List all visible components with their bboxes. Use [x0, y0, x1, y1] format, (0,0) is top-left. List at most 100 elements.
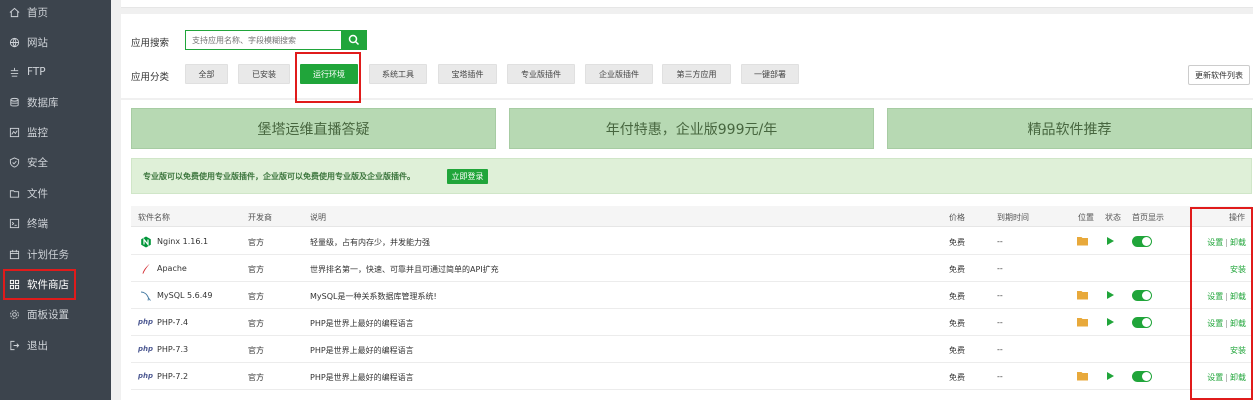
- category-installed[interactable]: 已安装: [238, 64, 290, 84]
- sidebar-item-label: FTP: [27, 66, 46, 78]
- row-actions: 设置 | 卸载: [1207, 319, 1246, 328]
- sidebar-item-label: 计划任务: [27, 248, 69, 261]
- category-all[interactable]: 全部: [185, 64, 228, 84]
- price: 免费: [949, 238, 965, 247]
- developer: 官方: [248, 319, 264, 328]
- ftp-icon: [8, 66, 20, 78]
- category-system-tools[interactable]: 系统工具: [369, 64, 427, 84]
- settings-link[interactable]: 设置: [1207, 319, 1223, 328]
- table-row: Apache 官方 世界排名第一，快速、可靠并且可通过简单的API扩充 免费 -…: [131, 255, 1252, 282]
- category-runtime[interactable]: 运行环境: [300, 64, 358, 84]
- sidebar-item-website[interactable]: 网站: [0, 27, 111, 57]
- sidebar-item-logout[interactable]: 退出: [0, 330, 111, 360]
- homepage-display-toggle[interactable]: [1132, 317, 1152, 328]
- globe-icon: [8, 36, 20, 48]
- developer: 官方: [248, 292, 264, 301]
- sidebar-item-cron[interactable]: 计划任务: [0, 239, 111, 269]
- category-one-click-deploy[interactable]: 一键部署: [741, 64, 799, 84]
- home-icon: [8, 6, 20, 18]
- category-bt-plugins[interactable]: 宝塔插件: [438, 64, 497, 84]
- sidebar-item-label: 网站: [27, 36, 48, 49]
- sidebar: 首页 网站 FTP 数据库 监控 安全 文件 终端 计划任务 软件商店 面板设置: [0, 0, 111, 400]
- php-icon: php: [138, 372, 154, 380]
- play-icon[interactable]: [1105, 236, 1115, 246]
- category-pro-plugins[interactable]: 专业版插件: [507, 64, 575, 84]
- homepage-display-toggle[interactable]: [1132, 236, 1152, 247]
- install-link[interactable]: 安装: [1230, 346, 1246, 355]
- software-name: MySQL 5.6.49: [157, 291, 213, 300]
- expiry: --: [997, 345, 1003, 354]
- uninstall-link[interactable]: 卸载: [1230, 319, 1246, 328]
- category-third-party[interactable]: 第三方应用: [662, 64, 731, 84]
- sidebar-item-label: 文件: [27, 187, 48, 200]
- banner-recommended-software[interactable]: 精品软件推荐: [887, 108, 1252, 149]
- table-row: Nginx 1.16.1 官方 轻量级，占有内存少，并发能力强 免费 -- 设置…: [131, 228, 1252, 255]
- grid-icon: [8, 278, 20, 290]
- settings-link[interactable]: 设置: [1207, 292, 1223, 301]
- homepage-display-toggle[interactable]: [1132, 290, 1152, 301]
- calendar-icon: [8, 248, 20, 260]
- uninstall-link[interactable]: 卸载: [1230, 238, 1246, 247]
- folder-icon[interactable]: [1077, 317, 1089, 327]
- description: 世界排名第一，快速、可靠并且可通过简单的API扩充: [310, 265, 499, 274]
- gear-icon: [8, 308, 20, 320]
- sidebar-item-panel-settings[interactable]: 面板设置: [0, 299, 111, 329]
- description: PHP是世界上最好的编程语言: [310, 319, 414, 328]
- homepage-display-toggle[interactable]: [1132, 371, 1152, 382]
- row-actions: 设置 | 卸载: [1207, 292, 1246, 301]
- table-row: php PHP-7.3 官方 PHP是世界上最好的编程语言 免费 -- 安装: [131, 336, 1252, 363]
- play-icon[interactable]: [1105, 290, 1115, 300]
- folder-icon[interactable]: [1077, 371, 1089, 381]
- software-name: Apache: [157, 264, 187, 273]
- php-icon: php: [138, 345, 154, 353]
- search-button[interactable]: [341, 30, 367, 50]
- sidebar-item-home[interactable]: 首页: [0, 0, 111, 27]
- uninstall-link[interactable]: 卸载: [1230, 292, 1246, 301]
- software-name: PHP-7.2: [157, 372, 189, 381]
- uninstall-link[interactable]: 卸载: [1230, 373, 1246, 382]
- header-actions: 操作: [1229, 213, 1245, 222]
- developer: 官方: [248, 346, 264, 355]
- price: 免费: [949, 373, 965, 382]
- table-header: 软件名称 开发商 说明 价格 到期时间 位置 状态 首页显示 操作: [131, 206, 1252, 227]
- description: MySQL是一种关系数据库管理系统!: [310, 292, 437, 301]
- category-enterprise-plugins[interactable]: 企业版插件: [585, 64, 653, 84]
- sidebar-item-software-store[interactable]: 软件商店: [0, 269, 111, 299]
- sidebar-item-files[interactable]: 文件: [0, 178, 111, 208]
- folder-icon[interactable]: [1077, 290, 1089, 300]
- row-actions: 安装: [1230, 345, 1246, 356]
- login-now-button[interactable]: 立即登录: [447, 169, 488, 184]
- banner-annual-discount[interactable]: 年付特惠，企业版999元/年: [509, 108, 874, 149]
- sidebar-item-label: 首页: [27, 6, 48, 19]
- settings-link[interactable]: 设置: [1207, 238, 1223, 247]
- settings-link[interactable]: 设置: [1207, 373, 1223, 382]
- price: 免费: [949, 292, 965, 301]
- header-homepage-display: 首页显示: [1132, 213, 1164, 222]
- play-icon[interactable]: [1105, 371, 1115, 381]
- sidebar-item-monitor[interactable]: 监控: [0, 117, 111, 147]
- sidebar-item-ftp[interactable]: FTP: [0, 57, 111, 87]
- sidebar-item-database[interactable]: 数据库: [0, 87, 111, 117]
- header-price: 价格: [949, 213, 965, 222]
- apache-feather-icon: [139, 262, 153, 275]
- banner-live-qa[interactable]: 堡塔运维直播答疑: [131, 108, 496, 149]
- expiry: --: [997, 291, 1003, 300]
- nginx-icon: [139, 235, 153, 248]
- sidebar-item-security[interactable]: 安全: [0, 147, 111, 177]
- search-icon: [348, 34, 360, 46]
- folder-icon[interactable]: [1077, 236, 1089, 246]
- shield-icon: [8, 156, 20, 168]
- notice-text: 专业版可以免费使用专业版插件，企业版可以免费使用专业版及企业版插件。: [143, 172, 415, 181]
- sidebar-item-label: 终端: [27, 217, 48, 230]
- header-status: 状态: [1105, 213, 1121, 222]
- play-icon[interactable]: [1105, 317, 1115, 327]
- expiry: --: [997, 372, 1003, 381]
- description: PHP是世界上最好的编程语言: [310, 373, 414, 382]
- sidebar-item-terminal[interactable]: 终端: [0, 208, 111, 238]
- expiry: --: [997, 318, 1003, 327]
- install-link[interactable]: 安装: [1230, 265, 1246, 274]
- sidebar-item-label: 安全: [27, 156, 48, 169]
- update-software-list-button[interactable]: 更新软件列表: [1188, 65, 1250, 85]
- sidebar-item-label: 软件商店: [27, 278, 69, 291]
- search-input[interactable]: [185, 30, 341, 50]
